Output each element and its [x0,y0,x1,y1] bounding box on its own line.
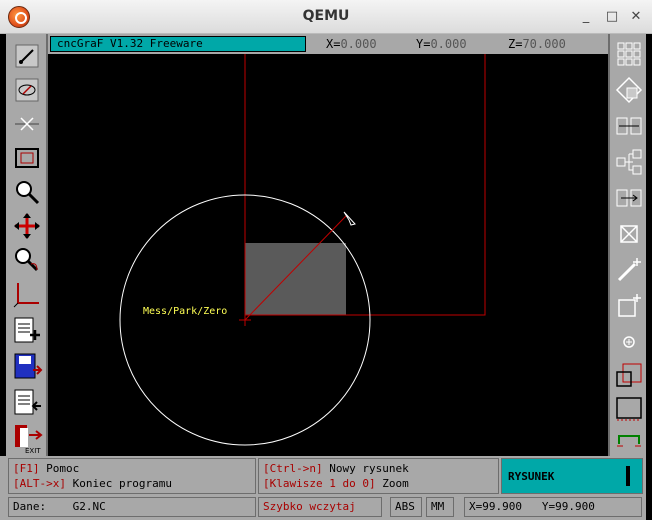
bottom-panel: [F1] Pomoc [ALT->x] Koniec programu [Ctr… [0,456,646,520]
delete-box-icon[interactable] [613,218,645,250]
close-button[interactable]: ✕ [628,8,644,26]
version-label: cncGraF V1.32 Freeware [50,36,306,52]
bracket-icon[interactable] [613,424,645,456]
align-icon[interactable] [613,182,645,214]
drawing-canvas[interactable]: Mess/Park/Zero [48,54,608,456]
node-connect-icon[interactable] [613,146,645,178]
move-arrows-icon[interactable] [11,210,43,242]
svg-text:EXIT: EXIT [25,447,41,454]
minimize-button[interactable]: _ [578,8,594,26]
app-screen: cncGraF V1.32 Freeware X=0.000 Y=0.000 Z… [0,34,652,520]
file-status: Dane: G2.NC [8,497,256,517]
mode-indicator: RYSUNEK [501,458,643,494]
magic-wand-icon[interactable] [613,254,645,286]
shortcut-box: [Ctrl->n] Nowy rysunek [Klawisze 1 do 0]… [258,458,499,494]
offset-box-icon[interactable] [613,360,645,392]
exit-key[interactable]: [ALT->x] [13,477,66,490]
dashed-box-icon[interactable] [613,392,645,424]
save-add-icon[interactable] [11,314,43,346]
maximize-button[interactable]: □ [604,8,620,26]
align-horizontal-icon[interactable] [613,110,645,142]
mouse-cursor-icon [343,211,356,226]
right-edge [646,34,652,520]
quick-load-button[interactable]: Szybko wczytaj [258,497,382,517]
window-titlebar: QEMU _ □ ✕ [0,0,652,34]
save-icon[interactable] [11,350,43,382]
rotate-icon[interactable] [613,74,645,106]
axis-origin-icon[interactable] [11,278,43,310]
zoom-hand-icon[interactable] [11,244,43,276]
marker-label: Mess/Park/Zero [143,306,227,317]
exit-label: Koniec programu [65,477,172,490]
zoom-key[interactable]: [Klawisze 1 do 0] [263,477,376,490]
exit-icon[interactable]: EXIT [11,422,43,454]
rectangle-select-icon[interactable] [11,142,43,174]
center-point-icon[interactable] [613,326,645,358]
grid-icon[interactable] [613,38,645,70]
left-toolbar: EXIT [6,34,48,456]
zoom-icon[interactable] [11,176,43,208]
zoom-label: Zoom [375,477,409,490]
cursor-position: X=99.900 Y=99.900 [464,497,642,517]
mm-indicator[interactable]: MM [426,497,454,517]
mode-cursor [626,466,630,486]
abs-indicator[interactable]: ABS [390,497,422,517]
load-icon[interactable] [11,386,43,418]
new-label: Nowy rysunek [322,462,409,475]
status-header: cncGraF V1.32 Freeware X=0.000 Y=0.000 Z… [48,34,608,54]
x-coordinate: X=0.000 [326,37,377,51]
mode-label: RYSUNEK [508,470,555,483]
add-box-icon[interactable] [613,290,645,322]
select-pen-icon[interactable] [11,40,43,72]
file-name: G2.NC [72,500,106,513]
new-key[interactable]: [Ctrl->n] [263,462,323,475]
window-title: QEMU [302,8,350,24]
z-coordinate: Z=70.000 [508,37,566,51]
help-box: [F1] Pomoc [ALT->x] Koniec programu [8,458,256,494]
help-key[interactable]: [F1] [13,462,40,475]
select-ellipse-icon[interactable] [11,74,43,106]
y-coordinate: Y=0.000 [416,37,467,51]
right-toolbar [608,34,646,456]
scissors-icon[interactable] [11,108,43,140]
help-label: Pomoc [39,462,80,475]
